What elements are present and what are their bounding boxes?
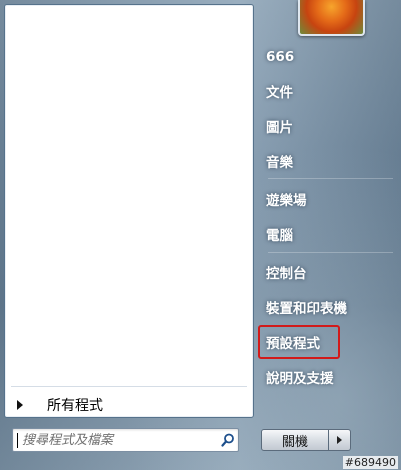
triangle-right-icon [17, 400, 23, 410]
search-input[interactable] [18, 431, 218, 449]
all-programs-label: 所有程式 [47, 398, 103, 414]
menu-item-music[interactable]: 音樂 [266, 146, 390, 176]
menu-item-user[interactable]: 666 [266, 42, 390, 72]
shutdown-options-button[interactable] [329, 429, 351, 451]
menu-item-pictures[interactable]: 圖片 [266, 111, 390, 141]
menu-item-games[interactable]: 遊樂場 [266, 184, 390, 214]
menu-item-computer[interactable]: 電腦 [266, 219, 390, 249]
programs-pane: 所有程式 [4, 4, 254, 418]
shutdown-button[interactable]: 關機 [261, 429, 329, 451]
triangle-right-icon [337, 436, 342, 444]
search-box[interactable] [12, 428, 239, 452]
menu-item-documents[interactable]: 文件 [266, 76, 390, 106]
search-icon[interactable] [218, 430, 238, 450]
menu-separator [268, 252, 393, 253]
menu-separator [268, 178, 393, 179]
menu-item-help-support[interactable]: 說明及支援 [266, 362, 390, 392]
all-programs-button[interactable]: 所有程式 [11, 391, 247, 419]
menu-item-devices-printers[interactable]: 裝置和印表機 [266, 292, 390, 322]
watermark: #689490 [342, 456, 398, 469]
menu-item-control-panel[interactable]: 控制台 [266, 257, 390, 287]
user-avatar[interactable] [298, 0, 365, 36]
all-programs-divider [11, 386, 247, 387]
highlight-box [258, 325, 340, 359]
